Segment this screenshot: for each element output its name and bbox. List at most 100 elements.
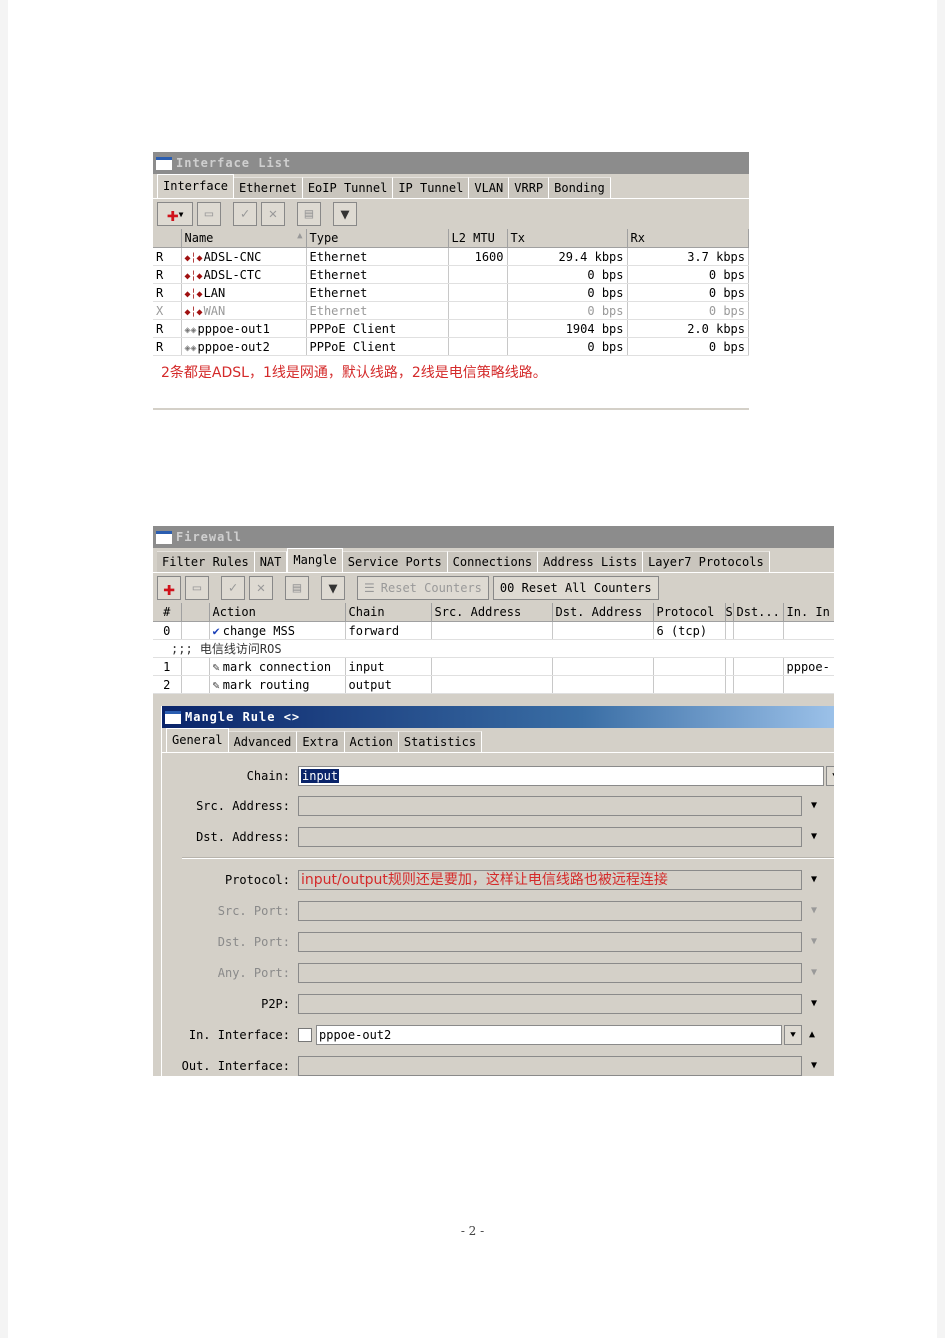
mangle-rule-tabs: General Advanced Extra Action Statistics (162, 728, 834, 753)
filter-button[interactable]: ▼ (321, 576, 345, 600)
collapse-arrow-icon[interactable]: ▲ (804, 1025, 820, 1045)
disable-button[interactable]: ✕ (249, 576, 273, 600)
reset-counters-button[interactable]: ☰ Reset Counters (357, 576, 489, 600)
add-button[interactable]: ✚ ▼ (157, 202, 193, 226)
tab-connections[interactable]: Connections (447, 551, 539, 572)
col-protocol[interactable]: Protocol (653, 603, 726, 622)
type-cell: Ethernet (306, 301, 449, 320)
col-src-port[interactable]: S (725, 603, 734, 622)
table-row[interactable]: X ◆╎◆WAN Ethernet 0 bps 0 bps (153, 301, 749, 320)
table-row[interactable]: R ◆╎◆ADSL-CNC Ethernet 1600 29.4 kbps 3.7 kbp… (153, 247, 749, 266)
tab-service-ports[interactable]: Service Ports (342, 551, 448, 572)
table-row[interactable]: 0 ✔ change MSS forward 6 (tcp) (153, 621, 834, 640)
tab-action[interactable]: Action (344, 731, 399, 752)
col-dst-port[interactable]: Dst... (733, 603, 784, 622)
col-src-address[interactable]: Src. Address (431, 603, 553, 622)
expand-arrow-icon[interactable]: ▼ (806, 1056, 822, 1076)
expand-arrow-icon[interactable]: ▼ (806, 994, 822, 1014)
protocol-field[interactable]: input/output规则还是要加，这样让电信线路也被远程连接 (298, 870, 802, 890)
tab-eoip-tunnel[interactable]: EoIP Tunnel (302, 177, 394, 198)
ethernet-icon: ◆╎◆ (184, 288, 203, 300)
remove-button[interactable]: ▭ (185, 576, 209, 600)
col-flags[interactable] (181, 603, 210, 622)
src-address-cell (431, 675, 553, 694)
col-dst-address[interactable]: Dst. Address (552, 603, 654, 622)
table-row[interactable]: 1 ✎ mark connection input pppoe- (153, 657, 834, 676)
col-in-interface[interactable]: In. In (783, 603, 834, 622)
tab-ip-tunnel[interactable]: IP Tunnel (393, 177, 470, 198)
src-port-field[interactable] (298, 901, 802, 921)
enable-button[interactable]: ✓ (221, 576, 245, 600)
col-name[interactable]: Name ▲ (181, 229, 307, 248)
tab-vrrp[interactable]: VRRP (509, 177, 550, 198)
col-number[interactable]: # (153, 603, 182, 622)
out-interface-label: Out. Interface: (181, 1059, 290, 1073)
tab-bonding[interactable]: Bonding (549, 177, 611, 198)
src-address-field[interactable] (298, 796, 802, 816)
tab-advanced[interactable]: Advanced (228, 731, 298, 752)
check-icon: ✓ (240, 206, 250, 222)
ethernet-icon: ◆╎◆ (184, 252, 203, 264)
dst-address-field[interactable] (298, 827, 802, 847)
mangle-rule-titlebar: Mangle Rule <> (162, 706, 834, 728)
out-interface-field[interactable] (298, 1056, 802, 1076)
interface-toolbar: ✚ ▼ ▭ ✓ ✕ ▤ ▼ (153, 199, 749, 229)
expand-arrow-icon[interactable]: ▼ (806, 870, 822, 890)
in-interface-dropdown-button[interactable]: ⯆ (784, 1025, 802, 1045)
in-interface-cell (783, 675, 834, 694)
chain-field[interactable]: input (298, 766, 824, 786)
expand-arrow-icon[interactable]: ▼ (806, 827, 822, 847)
table-row[interactable]: 2 ✎ mark routing output (153, 675, 834, 694)
in-interface-negate-checkbox[interactable] (298, 1028, 312, 1042)
table-row[interactable]: R ◆╎◆LAN Ethernet 0 bps 0 bps (153, 283, 749, 302)
col-type[interactable]: Type (306, 229, 449, 248)
tab-general[interactable]: General (166, 728, 229, 752)
dst-port-field[interactable] (298, 932, 802, 952)
tab-address-lists[interactable]: Address Lists (538, 551, 644, 572)
p2p-field[interactable] (298, 994, 802, 1014)
expand-arrow-icon[interactable]: ▼ (806, 901, 822, 921)
col-tx[interactable]: Tx (507, 229, 628, 248)
ethernet-icon: ◆╎◆ (184, 270, 203, 282)
tab-extra[interactable]: Extra (297, 731, 345, 752)
col-rx[interactable]: Rx (627, 229, 749, 248)
flag-cell: R (153, 283, 182, 302)
general-form: Chain: input ⯆ Src. Address: ▼ Dst. Addr… (162, 753, 834, 1076)
comment-button[interactable]: ▤ (285, 576, 309, 600)
expand-arrow-icon[interactable]: ▼ (806, 796, 822, 816)
tab-filter-rules[interactable]: Filter Rules (157, 551, 255, 572)
tab-ethernet[interactable]: Ethernet (234, 177, 303, 198)
disable-button[interactable]: ✕ (261, 202, 285, 226)
col-action[interactable]: Action (209, 603, 346, 622)
dst-address-row: Dst. Address: ▼ (162, 826, 822, 848)
expand-arrow-icon[interactable]: ▼ (806, 932, 822, 952)
table-row[interactable]: R ◆╎◆ADSL-CTC Ethernet 0 bps 0 bps (153, 265, 749, 284)
tab-layer7-protocols[interactable]: Layer7 Protocols (643, 551, 770, 572)
tab-vlan[interactable]: VLAN (469, 177, 510, 198)
chain-dropdown-button[interactable]: ⯆ (826, 766, 834, 786)
reset-all-counters-button[interactable]: 00 Reset All Counters (492, 576, 659, 600)
col-l2mtu[interactable]: L2 MTU (448, 229, 508, 248)
action-label: mark connection (222, 659, 332, 674)
remove-button[interactable]: ▭ (197, 202, 221, 226)
chain-cell: output (345, 675, 432, 694)
tab-statistics[interactable]: Statistics (398, 731, 483, 752)
add-button[interactable]: ✚ (157, 576, 181, 600)
comment-row[interactable]: ;;; 电信线访问ROS (153, 639, 834, 658)
dst-port-cell (733, 657, 784, 676)
any-port-field[interactable] (298, 963, 802, 983)
expand-arrow-icon[interactable]: ▼ (806, 963, 822, 983)
table-row[interactable]: R ◈◈pppoe-out1 PPPoE Client 1904 bps 2.0 kbp… (153, 319, 749, 338)
dropdown-arrow-icon: ⯆ (789, 1029, 797, 1041)
col-chain[interactable]: Chain (345, 603, 432, 622)
table-row[interactable]: R ◈◈pppoe-out2 PPPoE Client 0 bps 0 bps (153, 337, 749, 356)
col-flag[interactable] (153, 229, 182, 248)
tab-mangle[interactable]: Mangle (287, 548, 343, 572)
in-interface-field[interactable]: pppoe-out2 (316, 1025, 782, 1045)
enable-button[interactable]: ✓ (233, 202, 257, 226)
tab-nat[interactable]: NAT (254, 551, 288, 572)
tab-interface[interactable]: Interface (157, 174, 235, 198)
comment-button[interactable]: ▤ (297, 202, 321, 226)
filter-button[interactable]: ▼ (333, 202, 357, 226)
window-title: Mangle Rule <> (185, 710, 301, 724)
